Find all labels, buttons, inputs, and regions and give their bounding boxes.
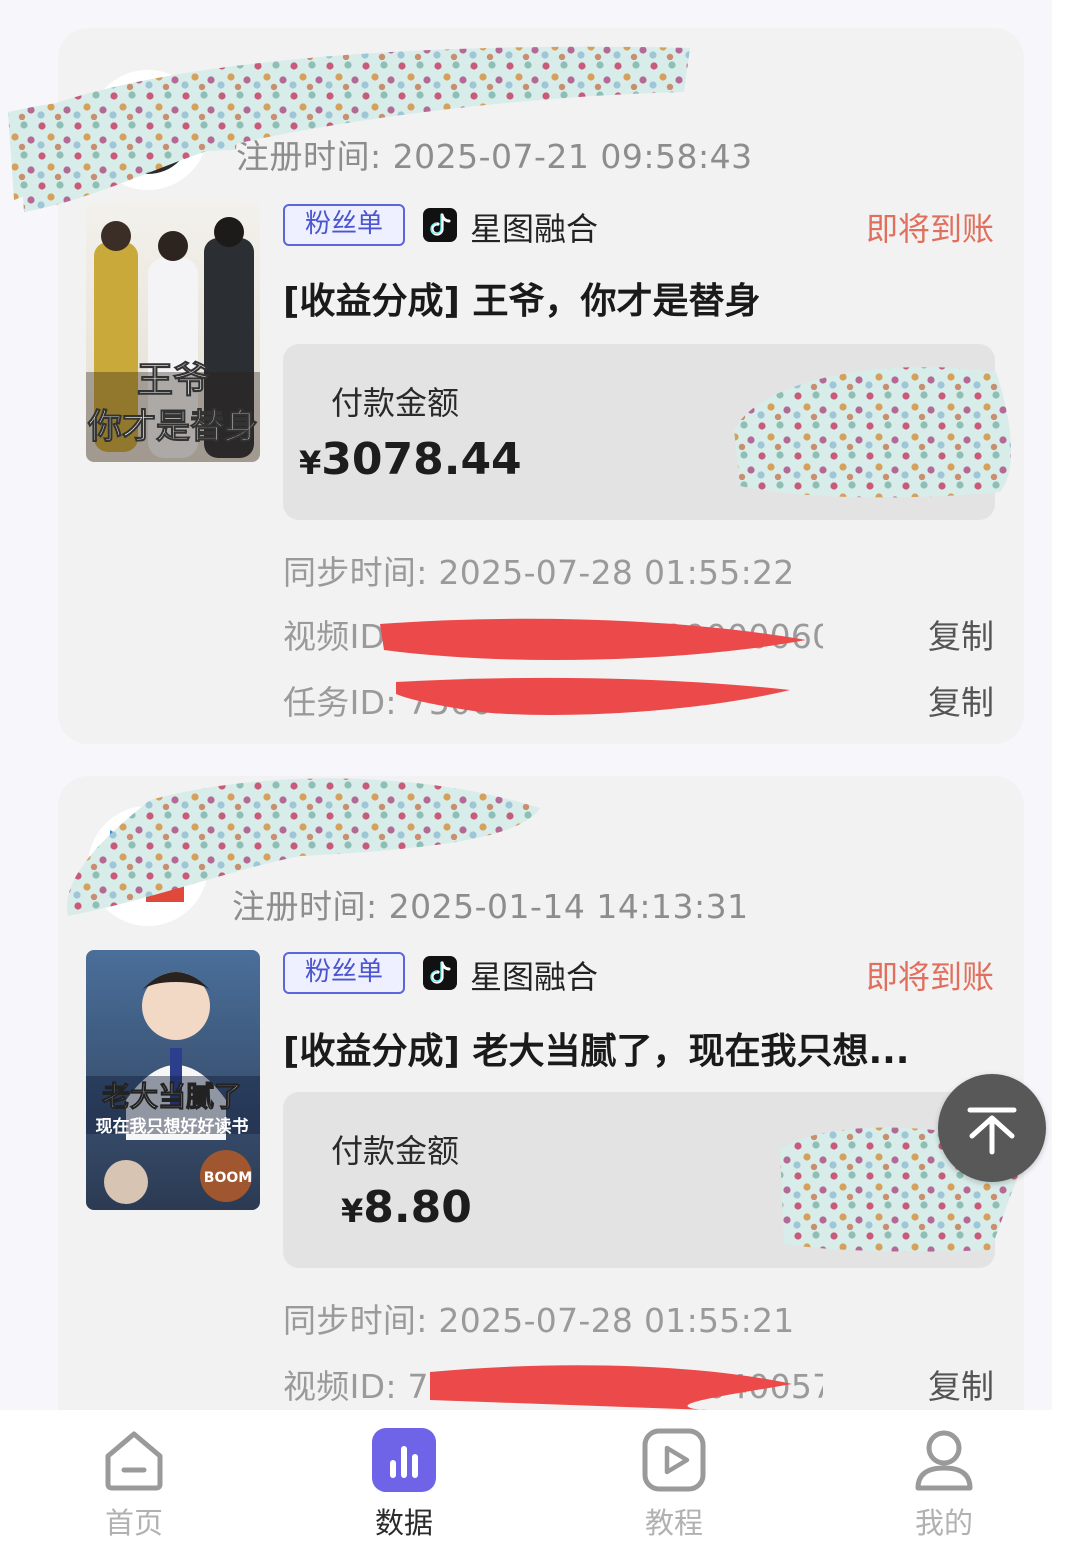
drama-title[interactable]: [收益分成] 老大当腻了，现在我只想...: [283, 1022, 909, 1074]
bottom-nav: 首页 数据 教程 我的: [0, 1410, 1080, 1556]
nav-item-data[interactable]: 数据: [304, 1410, 504, 1556]
svg-text:你才是替身: 你才是替身: [87, 407, 258, 447]
fans-order-tag: 粉丝单: [283, 204, 405, 246]
nav-item-tutorial[interactable]: 教程: [574, 1410, 774, 1556]
drama-title[interactable]: [收益分成] 王爷，你才是替身: [283, 272, 760, 324]
side-amount-label: 平: [809, 1132, 842, 1170]
order-card[interactable]: 注册时间: 2025-07-21 09:58:43 王爷 你才是替身 粉丝单 星…: [58, 28, 1024, 744]
settle-status: 即将到账: [865, 210, 994, 248]
order-card[interactable]: 注册时间: 2025-01-14 14:13:31 老大当腻了 现在我只想好好读…: [58, 776, 1024, 1436]
person-icon: [915, 1430, 973, 1491]
page-edge: [1052, 0, 1080, 1410]
copy-video-id-button[interactable]: 复制: [928, 1360, 994, 1408]
play-icon: [642, 1428, 706, 1492]
platform-name: 星图融合: [470, 958, 599, 996]
nav-item-mine[interactable]: 我的: [844, 1410, 1044, 1556]
amount-label: 付款金额: [331, 1132, 460, 1170]
amount-value: ¥8.80: [341, 1182, 472, 1233]
svg-text:BOOM: BOOM: [204, 1170, 252, 1186]
account-avatar: [88, 70, 208, 190]
nav-label-data: 数据: [374, 1506, 433, 1540]
video-id: 视频ID: 75020574721000000060: [283, 617, 823, 656]
nav-label-home: 首页: [104, 1506, 163, 1540]
sync-time: 同步时间: 2025-07-28 01:55:21: [283, 1301, 795, 1340]
svg-text:现在我只想好好读书: 现在我只想好好读书: [96, 1116, 249, 1137]
nav-item-home[interactable]: 首页: [34, 1410, 234, 1556]
amount-label: 付款金额: [331, 384, 460, 422]
home-icon: [105, 1431, 163, 1491]
currency-symbol: ¥: [299, 444, 322, 482]
drama-poster[interactable]: 老大当腻了 现在我只想好好读书 BOOM: [86, 950, 260, 1210]
fans-order-tag: 粉丝单: [283, 952, 405, 994]
svg-text:王爷: 王爷: [137, 360, 209, 401]
currency-symbol: ¥: [341, 1192, 364, 1230]
svg-text:老大当腻了: 老大当腻了: [102, 1080, 242, 1113]
drama-poster[interactable]: 王爷 你才是替身: [86, 202, 260, 462]
amount-value: ¥3078.44: [299, 434, 522, 485]
amount-box: 付款金额 ¥8.80 平: [283, 1092, 995, 1268]
account-avatar: [88, 806, 208, 926]
register-time: 注册时间: 2025-07-21 09:58:43: [236, 137, 753, 176]
tiktok-icon: [423, 208, 457, 242]
scroll-to-top-button[interactable]: [938, 1074, 1046, 1182]
sync-time: 同步时间: 2025-07-28 01:55:22: [283, 553, 795, 592]
amount-box: 付款金额 ¥3078.44: [283, 344, 995, 520]
nav-label-mine: 我的: [914, 1506, 973, 1540]
bar-chart-icon: [372, 1428, 436, 1492]
copy-video-id-button[interactable]: 复制: [928, 610, 994, 658]
copy-task-id-button[interactable]: 复制: [928, 676, 994, 724]
task-id: 任务ID: 7500: [283, 683, 493, 722]
amount-number: 8.80: [363, 1182, 472, 1233]
video-id: 视频ID: 75213000000005040057: [283, 1367, 823, 1406]
settle-status: 即将到账: [865, 958, 994, 996]
tiktok-icon: [423, 956, 457, 990]
register-time: 注册时间: 2025-01-14 14:13:31: [232, 887, 749, 926]
amount-number: 3078.44: [321, 434, 522, 485]
platform-name: 星图融合: [470, 210, 599, 248]
arrow-up-to-top-icon: [967, 1107, 1017, 1155]
nav-label-tutorial: 教程: [644, 1506, 703, 1540]
